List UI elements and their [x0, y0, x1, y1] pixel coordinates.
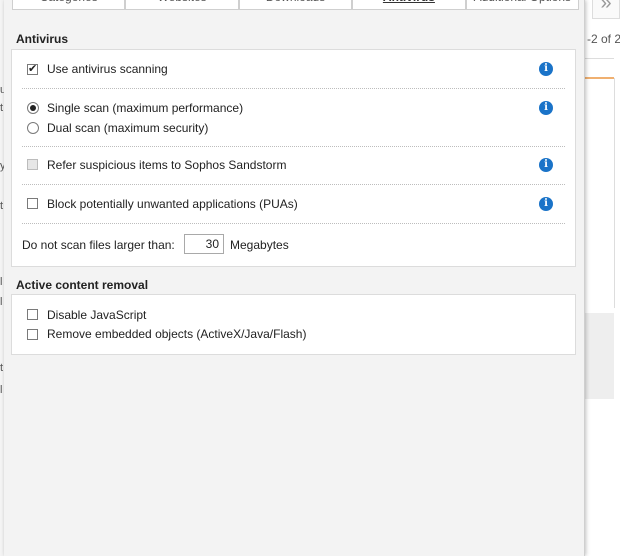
divider [22, 88, 565, 89]
disable-javascript-label[interactable]: Disable JavaScript [47, 308, 146, 322]
info-icon[interactable]: i [539, 197, 553, 211]
table-panel [584, 78, 615, 308]
tab-additional-options[interactable]: Additional Options [465, 0, 580, 10]
remove-embedded-checkbox[interactable] [27, 329, 38, 340]
table-header-strip [584, 58, 614, 79]
dual-scan-radio[interactable] [27, 122, 39, 134]
divider [22, 184, 565, 185]
background-right-panel: » -2 of 2 [584, 0, 620, 556]
bg-glyph: l [0, 296, 3, 308]
disable-javascript-checkbox[interactable] [27, 309, 38, 320]
tab-downloads[interactable]: Downloads [238, 0, 353, 10]
bg-glyph: t [0, 200, 4, 212]
antivirus-box: Use antivirus scanning i Single scan (ma… [11, 49, 576, 267]
dual-scan-label[interactable]: Dual scan (maximum security) [47, 121, 208, 135]
bg-glyph: l [0, 276, 3, 288]
use-antivirus-label[interactable]: Use antivirus scanning [47, 62, 168, 76]
max-size-unit: Megabytes [230, 238, 289, 252]
sandstorm-checkbox[interactable] [27, 159, 38, 170]
tab-websites[interactable]: Websites [125, 0, 239, 10]
info-icon[interactable]: i [539, 158, 553, 172]
antivirus-dialog: Categories Websites Downloads Antivirus … [4, 0, 585, 556]
bg-glyph: t [0, 362, 4, 374]
pagination-count: -2 of 2 [587, 32, 620, 46]
bg-glyph: l [0, 384, 3, 396]
active-content-section-title: Active content removal [16, 278, 149, 292]
single-scan-label[interactable]: Single scan (maximum performance) [47, 101, 243, 115]
pua-checkbox[interactable] [27, 198, 38, 209]
divider [22, 223, 565, 224]
tab-antivirus[interactable]: Antivirus [352, 0, 466, 10]
remove-embedded-label[interactable]: Remove embedded objects (ActiveX/Java/Fl… [47, 327, 306, 341]
active-content-box: Disable JavaScript Remove embedded objec… [11, 294, 576, 355]
sandstorm-label[interactable]: Refer suspicious items to Sophos Sandsto… [47, 158, 286, 172]
divider [22, 146, 565, 147]
use-antivirus-checkbox[interactable] [27, 62, 38, 75]
tab-bar: Categories Websites Downloads Antivirus … [12, 0, 580, 10]
single-scan-radio[interactable] [27, 102, 39, 114]
max-size-input[interactable]: 30 [184, 234, 224, 254]
table-row-highlight [584, 313, 614, 399]
bg-glyph: t [0, 102, 4, 114]
antivirus-section-title: Antivirus [16, 32, 69, 46]
pua-label[interactable]: Block potentially unwanted applications … [47, 197, 298, 211]
tab-categories[interactable]: Categories [12, 0, 126, 10]
info-icon[interactable]: i [539, 62, 553, 76]
max-size-label: Do not scan files larger than: [22, 238, 175, 252]
info-icon[interactable]: i [539, 101, 553, 115]
collapse-chevron-icon[interactable]: » [592, 0, 620, 19]
